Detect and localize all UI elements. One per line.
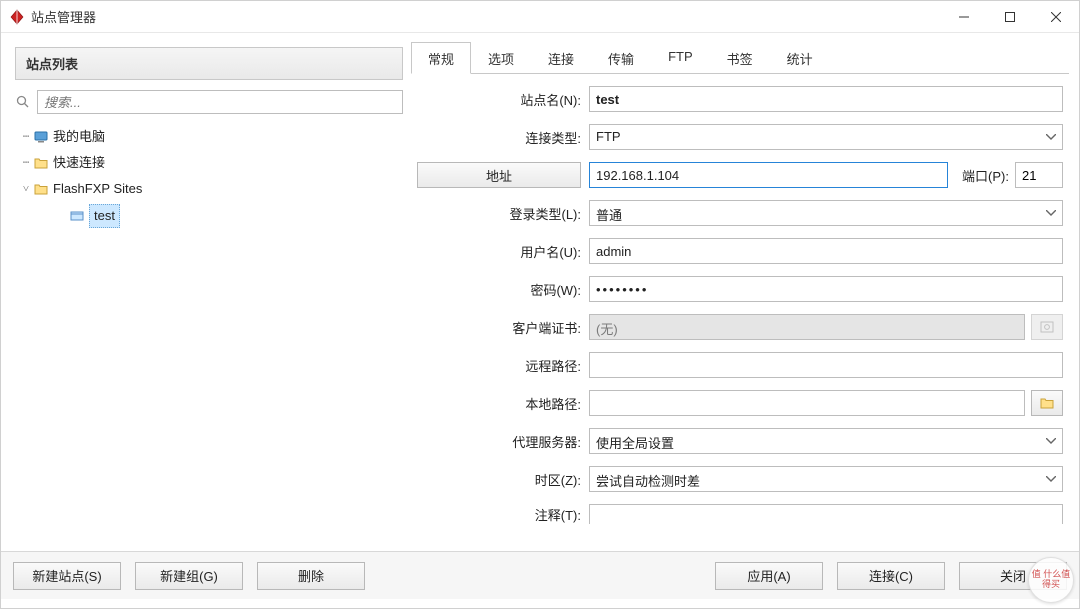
login-type-label: 登录类型(L): <box>417 204 589 223</box>
address-input[interactable] <box>589 162 948 188</box>
cert-select: (无) <box>589 314 1025 340</box>
tab-general[interactable]: 常规 <box>411 42 471 74</box>
tz-select[interactable]: 尝试自动检测时差 <box>589 466 1063 492</box>
form-area: 站点名(N): 连接类型: FTP 地址 端口(P): 登录类型(L): 普通 … <box>411 74 1069 551</box>
folder-icon <box>33 181 49 197</box>
folder-icon <box>33 155 49 171</box>
local-path-label: 本地路径: <box>417 394 589 413</box>
minimize-button[interactable] <box>941 1 987 33</box>
proxy-select[interactable]: 使用全局设置 <box>589 428 1063 454</box>
search-input[interactable] <box>37 90 403 114</box>
tree-dash-icon: ┄ <box>19 152 33 174</box>
login-type-select[interactable]: 普通 <box>589 200 1063 226</box>
site-tree: ┄ 我的电脑 ┄ 快速连接 ˅ FlashFXP Sites test <box>15 120 403 543</box>
conn-type-select[interactable]: FTP <box>589 124 1063 150</box>
tab-ftp[interactable]: FTP <box>651 42 710 74</box>
site-list-header: 站点列表 <box>15 47 403 80</box>
app-icon <box>9 9 25 25</box>
password-input[interactable] <box>589 276 1063 302</box>
tz-label: 时区(Z): <box>417 470 589 489</box>
tab-bar: 常规 选项 连接 传输 FTP 书签 统计 <box>411 41 1069 74</box>
remote-path-input[interactable] <box>589 352 1063 378</box>
window-title: 站点管理器 <box>31 7 941 26</box>
watermark-badge: 值 什么值得买 <box>1028 557 1074 603</box>
tab-stats[interactable]: 统计 <box>770 42 830 74</box>
new-group-button[interactable]: 新建组(G) <box>135 562 243 590</box>
cert-browse-button <box>1031 314 1063 340</box>
tree-item-site-test[interactable]: test <box>15 202 403 230</box>
tab-bookmarks[interactable]: 书签 <box>710 42 770 74</box>
delete-button[interactable]: 删除 <box>257 562 365 590</box>
tab-options[interactable]: 选项 <box>471 42 531 74</box>
local-path-input[interactable] <box>589 390 1025 416</box>
close-button[interactable] <box>1033 1 1079 33</box>
connect-button[interactable]: 连接(C) <box>837 562 945 590</box>
tree-dash-icon: ┄ <box>19 126 33 148</box>
right-panel: 常规 选项 连接 传输 FTP 书签 统计 站点名(N): 连接类型: FTP … <box>411 33 1079 551</box>
tree-collapse-icon[interactable]: ˅ <box>19 178 33 200</box>
apply-button[interactable]: 应用(A) <box>715 562 823 590</box>
tab-transfer[interactable]: 传输 <box>591 42 651 74</box>
left-panel: 站点列表 ┄ 我的电脑 ┄ 快速连接 ˅ FlashFXP Sites <box>1 33 411 551</box>
computer-icon <box>33 129 49 145</box>
maximize-button[interactable] <box>987 1 1033 33</box>
local-path-browse-button[interactable] <box>1031 390 1063 416</box>
remote-path-label: 远程路径: <box>417 356 589 375</box>
site-name-input[interactable] <box>589 86 1063 112</box>
port-input[interactable] <box>1015 162 1063 188</box>
password-label: 密码(W): <box>417 280 589 299</box>
bottom-bar: 新建站点(S) 新建组(G) 删除 应用(A) 连接(C) 关闭 <box>1 551 1079 599</box>
conn-type-label: 连接类型: <box>417 128 589 147</box>
tree-item-quick[interactable]: ┄ 快速连接 <box>15 150 403 176</box>
notes-label: 注释(T): <box>417 505 589 524</box>
tree-item-sites[interactable]: ˅ FlashFXP Sites <box>15 176 403 202</box>
username-input[interactable] <box>589 238 1063 264</box>
proxy-label: 代理服务器: <box>417 432 589 451</box>
username-label: 用户名(U): <box>417 242 589 261</box>
search-icon <box>15 94 31 110</box>
port-label: 端口(P): <box>962 166 1009 185</box>
new-site-button[interactable]: 新建站点(S) <box>13 562 121 590</box>
site-name-label: 站点名(N): <box>417 90 589 109</box>
tab-connection[interactable]: 连接 <box>531 42 591 74</box>
site-icon <box>69 208 85 224</box>
address-button[interactable]: 地址 <box>417 162 581 188</box>
tree-item-mypc[interactable]: ┄ 我的电脑 <box>15 124 403 150</box>
notes-input[interactable] <box>589 504 1063 524</box>
cert-label: 客户端证书: <box>417 318 589 337</box>
title-bar: 站点管理器 <box>1 1 1079 33</box>
